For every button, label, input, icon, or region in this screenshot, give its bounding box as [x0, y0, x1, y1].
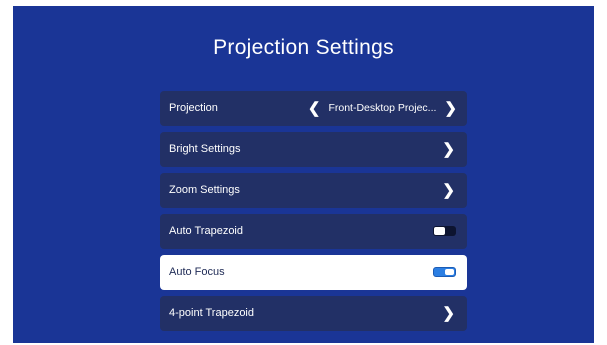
menu-item-auto-trapezoid[interactable]: Auto Trapezoid	[160, 214, 467, 249]
zoom-settings-label: Zoom Settings	[169, 184, 240, 196]
projection-label: Projection	[169, 102, 218, 114]
menu-item-projection[interactable]: Projection ❮ Front-Desktop Projec... ❯	[160, 91, 467, 126]
chevron-right-icon: ❯	[442, 141, 455, 158]
chevron-left-icon[interactable]: ❮	[308, 91, 321, 126]
menu-item-zoom-settings[interactable]: Zoom Settings ❯	[160, 173, 467, 208]
auto-trapezoid-toggle[interactable]	[433, 226, 456, 236]
toggle-knob	[445, 269, 454, 275]
page-title: Projection Settings	[213, 36, 394, 59]
chevron-right-icon: ❯	[442, 182, 455, 199]
auto-focus-toggle[interactable]	[433, 267, 456, 277]
auto-focus-label: Auto Focus	[169, 266, 225, 278]
projection-settings-screen: Projection Settings Projection ❮ Front-D…	[13, 6, 594, 343]
toggle-knob	[434, 227, 445, 235]
menu-item-auto-focus[interactable]: Auto Focus	[160, 255, 467, 290]
bright-settings-label: Bright Settings	[169, 143, 241, 155]
chevron-right-icon[interactable]: ❯	[444, 91, 457, 126]
settings-menu: Projection ❮ Front-Desktop Projec... ❯ B…	[160, 91, 467, 337]
menu-item-4-point-trapezoid[interactable]: 4-point Trapezoid ❯	[160, 296, 467, 331]
menu-item-bright-settings[interactable]: Bright Settings ❯	[160, 132, 467, 167]
projection-selector[interactable]: ❮ Front-Desktop Projec... ❯	[308, 91, 457, 126]
projection-value: Front-Desktop Projec...	[328, 102, 437, 114]
auto-trapezoid-label: Auto Trapezoid	[169, 225, 243, 237]
four-point-trapezoid-label: 4-point Trapezoid	[169, 307, 254, 319]
chevron-right-icon: ❯	[442, 305, 455, 322]
